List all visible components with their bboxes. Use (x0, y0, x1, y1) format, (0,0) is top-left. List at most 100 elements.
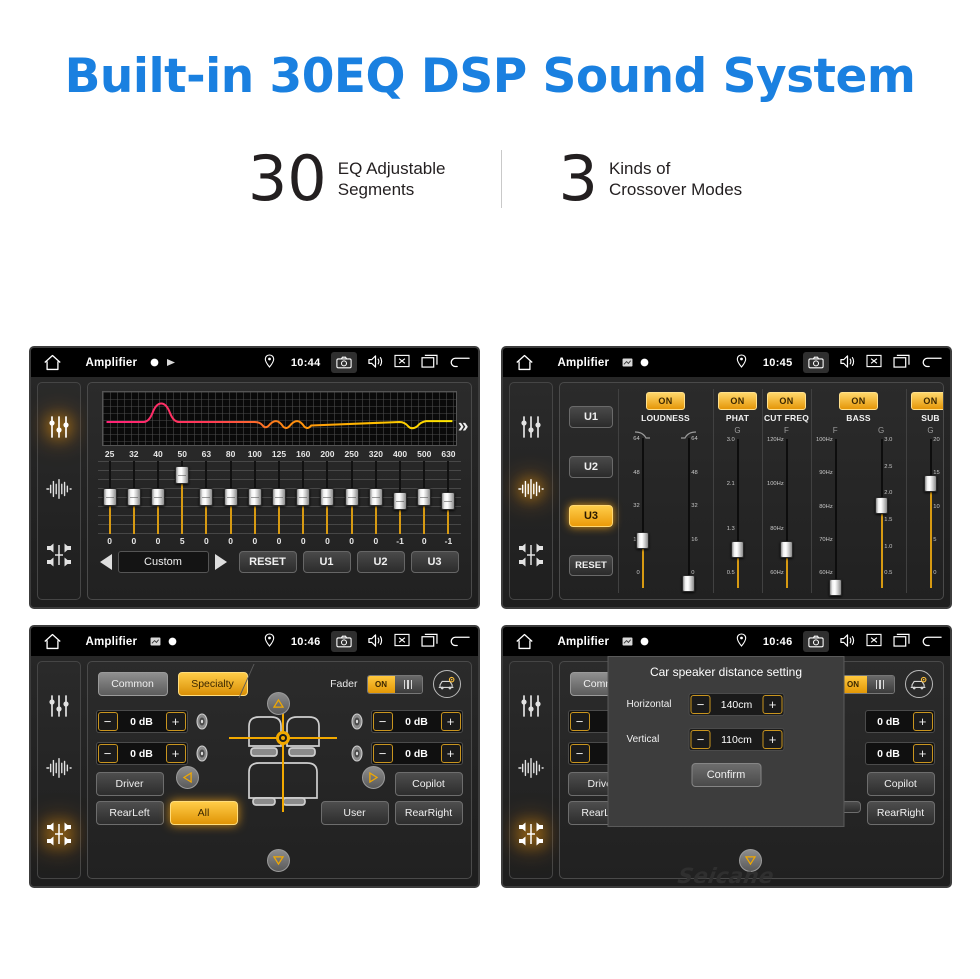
back-arrow-icon[interactable] (920, 354, 942, 371)
slider-thumb[interactable] (247, 488, 262, 506)
position-rearright-button[interactable]: RearRight (394, 801, 463, 825)
minus-icon[interactable]: − (569, 712, 590, 731)
sidebar-item-equalizer[interactable] (518, 414, 544, 440)
sub-on-button[interactable]: ON (911, 392, 943, 410)
eq-band-80[interactable]: 0 (218, 461, 243, 546)
eq-band-200[interactable]: 0 (315, 461, 340, 546)
slider-thumb[interactable] (368, 488, 383, 506)
minus-icon[interactable]: − (97, 712, 118, 731)
recent-apps-icon[interactable] (892, 354, 910, 371)
eq-band-250[interactable]: 0 (339, 461, 364, 546)
sidebar-item-balance-fader[interactable] (46, 821, 72, 847)
plus-icon[interactable]: + (440, 744, 461, 763)
volume-icon[interactable] (839, 633, 856, 650)
crossover-fader[interactable]: 3.0 2.5 2.0 1.5 1.0 0.5 (859, 436, 905, 591)
camera-icon[interactable] (802, 631, 829, 652)
crossover-fader[interactable]: 3.0 2.1 1.3 0.5 (715, 436, 761, 591)
crossover-fader[interactable]: 20 15 10 5 0 (908, 436, 943, 591)
position-all-button[interactable]: All (169, 801, 238, 825)
eq-band-25[interactable]: 0 (97, 461, 122, 546)
fader-thumb[interactable] (780, 540, 793, 558)
crossover-fader[interactable]: 644832160 (620, 435, 666, 591)
volume-icon[interactable] (367, 354, 384, 371)
plus-icon[interactable]: + (912, 744, 933, 763)
horizontal-stepper[interactable]: − 140cm + (688, 693, 785, 716)
eq-band-100[interactable]: 0 (242, 461, 267, 546)
rear-left-stepper[interactable]: − 0 dB + (95, 742, 188, 765)
crossover-fader[interactable]: 100Hz 90Hz 80Hz 70Hz 60Hz (813, 436, 859, 597)
back-arrow-icon[interactable] (448, 354, 470, 371)
eq-band-slider[interactable] (363, 461, 388, 534)
user-preset-u1-button[interactable]: U1 (569, 405, 613, 428)
eq-band-400[interactable]: -1 (387, 461, 413, 546)
sidebar-item-equalizer[interactable] (518, 693, 544, 719)
slider-thumb[interactable] (151, 488, 165, 506)
eq-band-630[interactable]: -1 (436, 461, 461, 546)
front-right-stepper[interactable]: − 0 dB + (370, 710, 463, 733)
preset-prev-arrow-icon[interactable] (99, 554, 112, 570)
nav-right-icon[interactable] (361, 766, 385, 789)
tab-common[interactable]: Common (97, 672, 168, 696)
sidebar-item-equalizer[interactable] (46, 693, 72, 719)
slider-thumb[interactable] (175, 466, 190, 485)
eq-band-slider[interactable] (436, 461, 461, 534)
eq-band-slider[interactable] (145, 461, 171, 534)
close-box-icon[interactable] (393, 354, 411, 371)
sidebar-item-waveform[interactable] (45, 757, 72, 783)
eq-band-slider[interactable] (315, 461, 340, 534)
slider-thumb[interactable] (393, 492, 408, 511)
car-settings-icon[interactable] (432, 670, 461, 698)
close-box-icon[interactable] (393, 633, 411, 650)
preset-name[interactable]: Custom (117, 551, 209, 573)
slider-thumb[interactable] (126, 488, 141, 506)
nav-up-icon[interactable] (267, 692, 290, 715)
minus-icon[interactable]: − (372, 744, 393, 763)
sidebar-item-balance-fader[interactable] (518, 821, 544, 847)
minus-icon[interactable]: − (690, 695, 711, 714)
nav-left-icon[interactable] (175, 766, 199, 789)
nav-down-icon[interactable] (267, 849, 290, 872)
plus-icon[interactable]: + (762, 730, 783, 749)
user-preset-u2-button[interactable]: U2 (356, 551, 405, 573)
camera-icon[interactable] (330, 352, 357, 373)
eq-band-slider[interactable] (121, 461, 146, 534)
eq-band-slider[interactable] (291, 461, 316, 534)
reset-button[interactable]: RESET (238, 551, 297, 573)
slider-thumb[interactable] (441, 492, 456, 511)
position-rearright-button[interactable]: RearRight (866, 801, 935, 825)
sidebar-item-waveform[interactable] (45, 478, 72, 504)
eq-band-63[interactable]: 0 (194, 461, 219, 546)
bass-on-button[interactable]: ON (839, 392, 878, 410)
user-preset-u2-button[interactable]: U2 (569, 455, 613, 478)
sidebar-item-waveform[interactable] (517, 478, 544, 504)
eq-band-slider[interactable] (266, 461, 292, 534)
fader-thumb[interactable] (924, 475, 937, 493)
eq-band-slider[interactable] (339, 461, 364, 534)
more-bands-chevron-icon[interactable]: » (458, 417, 469, 436)
eq-band-320[interactable]: 0 (363, 461, 388, 546)
user-preset-u3-button[interactable]: U3 (569, 505, 613, 528)
volume-icon[interactable] (839, 354, 856, 371)
fader-thumb[interactable] (636, 532, 649, 550)
cut-freq-on-button[interactable]: ON (767, 392, 806, 410)
sidebar-item-waveform[interactable] (517, 757, 544, 783)
volume-icon[interactable] (367, 633, 384, 650)
recent-apps-icon[interactable] (892, 633, 910, 650)
eq-band-slider[interactable] (170, 461, 195, 534)
sidebar-item-balance-fader[interactable] (518, 542, 544, 568)
eq-band-slider[interactable] (412, 461, 437, 534)
slider-thumb[interactable] (272, 488, 287, 506)
plus-icon[interactable]: + (762, 695, 783, 714)
slider-thumb[interactable] (344, 488, 359, 506)
phat-on-button[interactable]: ON (718, 392, 757, 410)
position-rearleft-button[interactable]: RearLeft (95, 801, 164, 825)
eq-band-40[interactable]: 0 (145, 461, 171, 546)
plus-icon[interactable]: + (165, 712, 186, 731)
position-copilot-button[interactable]: Copilot (866, 772, 935, 796)
plus-icon[interactable]: + (440, 712, 461, 731)
plus-icon[interactable]: + (165, 744, 186, 763)
crossover-fader[interactable]: 644832160 (666, 435, 712, 592)
recent-apps-icon[interactable] (420, 633, 438, 650)
minus-icon[interactable]: − (97, 744, 118, 763)
fader-thumb[interactable] (682, 574, 695, 592)
